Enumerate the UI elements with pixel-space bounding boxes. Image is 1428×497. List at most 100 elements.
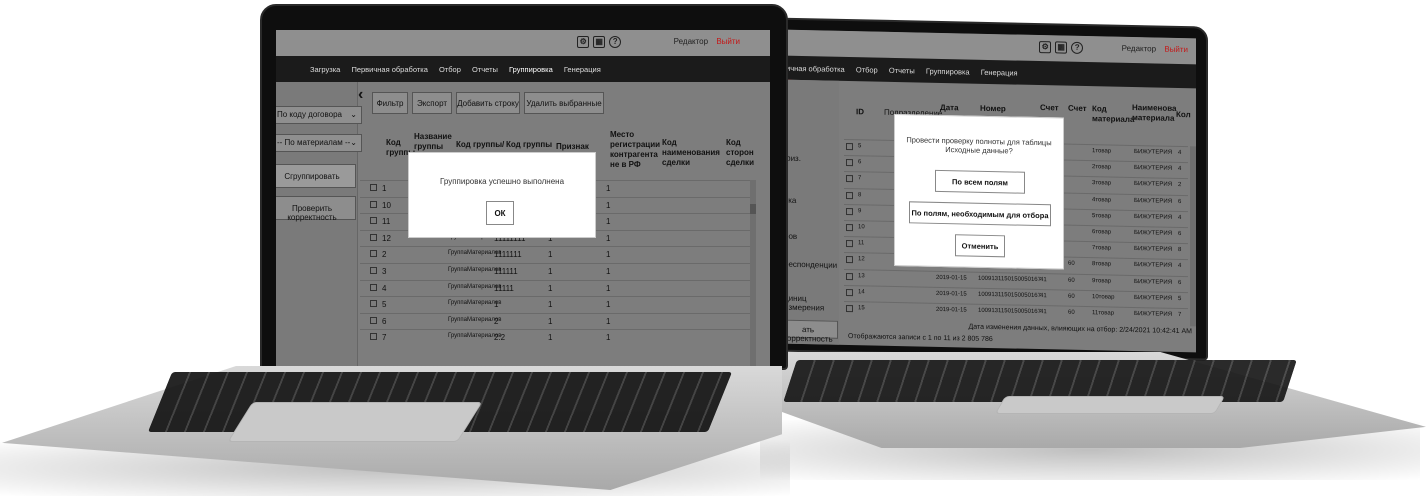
col-group-code-2: Код группы/ <box>456 140 505 149</box>
cell-flag: 1 <box>548 250 553 260</box>
help-icon[interactable]: ? <box>1071 41 1084 54</box>
menu-item-primary[interactable]: ичная обработка <box>786 64 845 74</box>
menu-item-reports[interactable]: Отчеты <box>889 66 915 76</box>
menu-item-primary[interactable]: Первичная обработка <box>351 65 427 74</box>
menu-item-reports[interactable]: Отчеты <box>472 65 498 74</box>
gear-icon[interactable]: ⚙ <box>577 36 590 48</box>
cell-qty: 5 <box>1178 295 1182 302</box>
cell-number: 1009131150150050167 <box>978 307 1041 316</box>
cancel-button[interactable]: Отменить <box>955 234 1005 258</box>
check-all-fields-button[interactable]: По всем полям <box>935 169 1025 194</box>
table-row[interactable]: 7 ГруппаМатериалов 2.2 1 1 <box>360 329 750 345</box>
check-correctness-button[interactable]: Проверить корректность <box>276 196 356 222</box>
cell-code1: 111111 <box>494 267 518 276</box>
ok-button[interactable]: ОК <box>486 201 514 225</box>
delete-selected-button[interactable]: Удалить выбранные <box>524 92 604 114</box>
cell-flag: 1 <box>548 283 553 293</box>
menu-item-selection[interactable]: Отбор <box>856 65 878 74</box>
cell-date: 2019-01-15 <box>936 274 967 282</box>
building-icon[interactable]: ▦ <box>1055 41 1068 54</box>
cell-id: 1 <box>382 184 387 193</box>
cell-id: 2 <box>382 250 387 260</box>
help-icon[interactable]: ? <box>609 36 622 48</box>
cell-place: 1 <box>606 267 611 276</box>
logout-link[interactable]: Выйти <box>1164 45 1188 54</box>
contract-select-value: По коду договора <box>277 110 342 119</box>
cell-id: 6 <box>858 159 862 166</box>
contract-select[interactable]: По коду договора ⌄ <box>276 106 362 124</box>
add-row-button[interactable]: Добавить строку <box>456 92 520 114</box>
scrollbar[interactable] <box>1190 146 1196 327</box>
menu-item-selection[interactable]: Отбор <box>439 65 461 74</box>
row-checkbox[interactable] <box>370 184 377 191</box>
table-row[interactable]: 4 ГруппаМатериалов 11111 1 1 <box>360 279 750 296</box>
export-button[interactable]: Экспорт <box>412 92 452 114</box>
materials-select[interactable]: -- По материалам -- ⌄ <box>276 134 362 152</box>
cell-flag: 1 <box>548 300 553 310</box>
row-checkbox[interactable] <box>846 191 853 199</box>
table-row[interactable]: 2 ГруппаМатериалов 1111111 1 1 <box>360 246 750 262</box>
check-correctness-button[interactable]: ать корректность <box>784 319 838 344</box>
editor-link[interactable]: Редактор <box>674 37 708 46</box>
cell-acc2: 60 <box>1068 277 1075 284</box>
scrollbar[interactable] <box>750 180 756 366</box>
cell-id: 5 <box>858 143 862 150</box>
building-icon[interactable]: ▦ <box>593 36 606 48</box>
row-checkbox[interactable] <box>846 159 853 167</box>
menu-item-generation[interactable]: Генерация <box>564 65 601 74</box>
row-checkbox[interactable] <box>846 175 853 183</box>
row-checkbox[interactable] <box>370 300 377 308</box>
menu-item-generation[interactable]: Генерация <box>981 68 1018 78</box>
col-number: Номер <box>980 103 1006 114</box>
row-checkbox[interactable] <box>370 283 377 291</box>
row-checkbox[interactable] <box>846 240 853 248</box>
row-checkbox[interactable] <box>370 333 377 341</box>
side-fragment: респонденции <box>784 259 838 270</box>
cell-id: 10 <box>858 224 865 231</box>
check-required-fields-button[interactable]: По полям, необходимым для отбора <box>909 201 1051 227</box>
row-checkbox[interactable] <box>846 304 853 313</box>
cell-code1: 1 <box>494 300 499 310</box>
cell-qty: 6 <box>1178 198 1182 205</box>
menu-item-grouping[interactable]: Группировка <box>509 65 553 74</box>
cell-name: БИЖУТЕРИЯ <box>1134 262 1173 270</box>
cell-qty: 7 <box>1178 311 1182 319</box>
cell-id: 6 <box>382 316 387 326</box>
table-row[interactable]: 3 ГруппаМатериалов 111111 1 1 <box>360 263 750 279</box>
row-checkbox[interactable] <box>846 207 853 215</box>
materials-select-value: -- По материалам -- <box>277 138 351 147</box>
col-group-name: Название группы <box>414 132 452 151</box>
row-checkbox[interactable] <box>846 223 853 232</box>
group-button[interactable]: Сгруппировать <box>276 164 356 188</box>
row-checkbox[interactable] <box>370 200 377 208</box>
table-row[interactable]: 6 ГруппаМатериалов 2 1 1 <box>360 312 750 329</box>
logout-link[interactable]: Выйти <box>716 37 740 46</box>
row-checkbox[interactable] <box>846 288 853 296</box>
cell-name: БИЖУТЕРИЯ <box>1134 213 1173 221</box>
left-trackpad[interactable] <box>227 402 483 442</box>
row-checkbox[interactable] <box>370 316 377 324</box>
cell-place: 1 <box>606 300 611 310</box>
gear-icon[interactable]: ⚙ <box>1039 41 1052 54</box>
row-checkbox[interactable] <box>846 256 853 264</box>
row-checkbox[interactable] <box>846 142 853 151</box>
cell-id: 12 <box>382 233 391 243</box>
menu-item-grouping[interactable]: Группировка <box>926 67 970 77</box>
cell-qty: 6 <box>1178 279 1182 286</box>
collapse-sidebar-icon[interactable]: ‹ <box>358 86 363 104</box>
filter-button[interactable]: Фильтр <box>372 92 408 114</box>
row-checkbox[interactable] <box>370 233 377 241</box>
row-checkbox[interactable] <box>370 250 377 258</box>
row-checkbox[interactable] <box>846 272 853 280</box>
left-laptop-screen: ⚙ ▦? Редактор Выйти Загрузка Первичная об… <box>276 30 770 366</box>
right-trackpad[interactable] <box>994 396 1226 414</box>
menu-item-upload[interactable]: Загрузка <box>310 65 340 74</box>
cell-date: 2019-01-15 <box>936 290 967 298</box>
table-row[interactable]: 5 ГруппаМатериалов 1 1 1 <box>360 296 750 312</box>
cell-id: 5 <box>382 300 387 310</box>
chevron-down-icon: ⌄ <box>350 138 357 147</box>
row-checkbox[interactable] <box>370 217 377 225</box>
cell-qty: 4 <box>1178 263 1182 270</box>
editor-link[interactable]: Редактор <box>1122 44 1156 54</box>
row-checkbox[interactable] <box>370 267 377 274</box>
